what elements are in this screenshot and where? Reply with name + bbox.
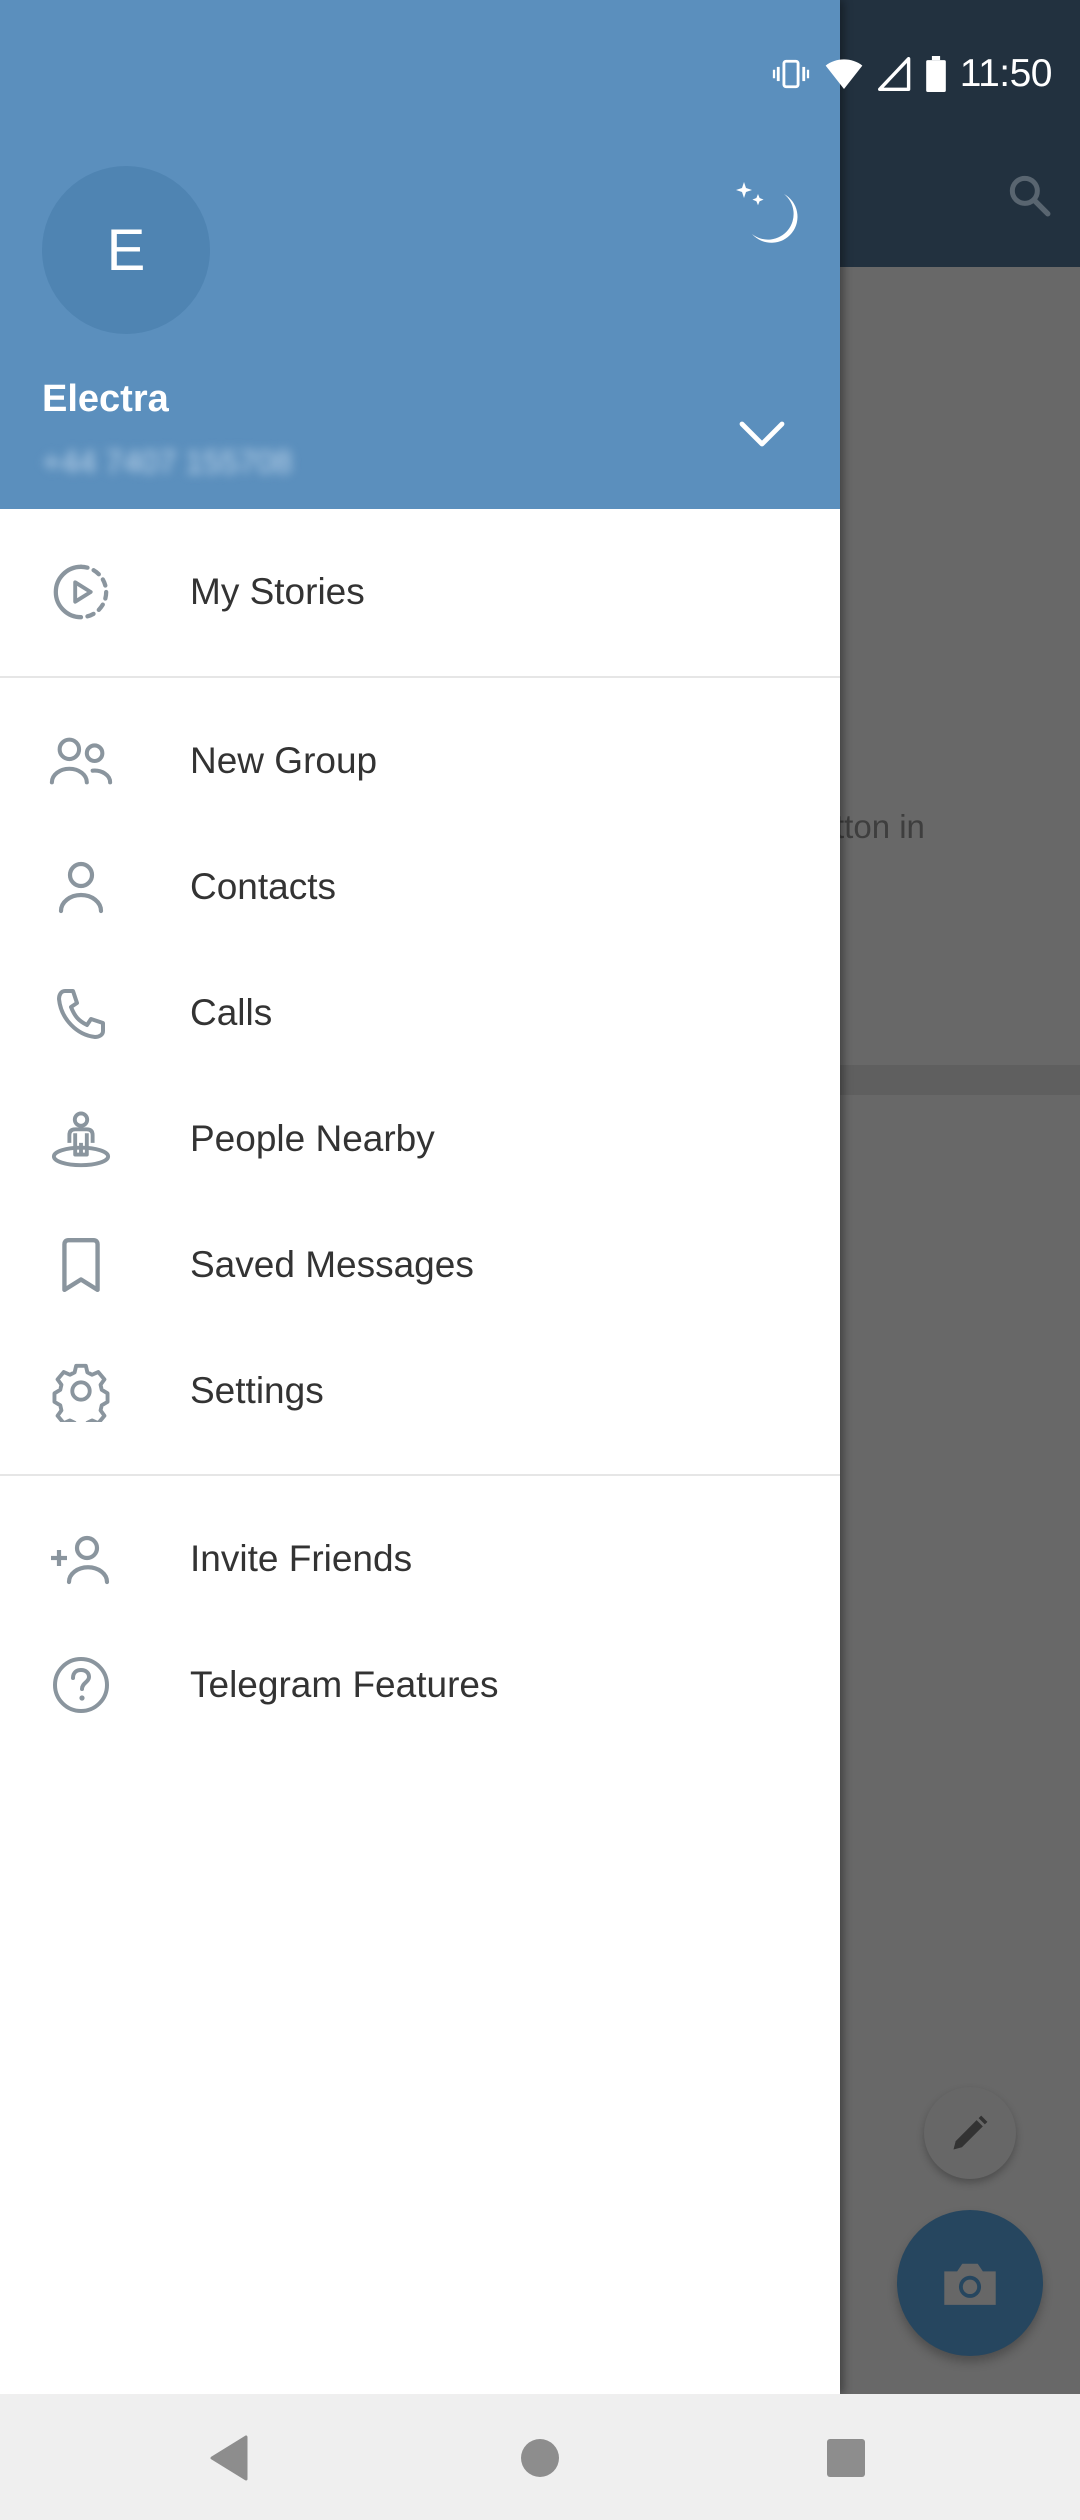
menu-item-label: Invite Friends <box>190 1538 413 1579</box>
user-phone-redacted: +44 7407 155708 <box>42 444 293 480</box>
gear-icon <box>48 1361 114 1422</box>
camera-fab[interactable] <box>897 2210 1043 2356</box>
background-hint-text: tton in <box>835 808 925 845</box>
menu-item-telegram-features[interactable]: Telegram Features <box>0 1622 840 1748</box>
menu-item-settings[interactable]: Settings <box>0 1328 840 1454</box>
status-bar: 11:50 <box>0 0 1080 145</box>
recents-button[interactable] <box>822 2434 870 2482</box>
menu-item-label: Telegram Features <box>190 1664 499 1705</box>
battery-icon <box>925 56 946 92</box>
back-icon <box>210 2435 248 2481</box>
recents-icon <box>827 2439 865 2477</box>
menu-item-label: New Group <box>190 740 378 781</box>
menu-item-label: Calls <box>190 992 273 1033</box>
moon-stars-icon[interactable] <box>728 178 798 244</box>
menu-item-invite-friends[interactable]: Invite Friends <box>0 1496 840 1622</box>
home-button[interactable] <box>516 2434 564 2482</box>
chevron-down-icon[interactable] <box>736 414 788 454</box>
menu-item-my-stories[interactable]: My Stories <box>0 529 840 655</box>
menu-item-label: Contacts <box>190 866 337 907</box>
wifi-icon <box>825 59 863 89</box>
menu-item-label: People Nearby <box>190 1118 435 1159</box>
add-user-icon <box>48 1529 114 1589</box>
back-button[interactable] <box>206 2434 254 2482</box>
avatar[interactable]: E <box>42 166 210 334</box>
new-message-fab[interactable] <box>924 2087 1016 2179</box>
help-icon <box>48 1655 114 1715</box>
navigation-drawer: E Electra +44 7407 155708 My Stories New… <box>0 0 840 2394</box>
vibrate-icon <box>772 59 809 89</box>
status-time: 11:50 <box>959 52 1053 95</box>
group-icon <box>48 731 114 791</box>
user-name: Electra <box>42 378 169 420</box>
home-icon <box>521 2439 559 2477</box>
system-nav-bar <box>0 2394 1080 2520</box>
menu-item-label: Saved Messages <box>190 1244 474 1285</box>
phone-icon <box>48 983 114 1043</box>
menu-item-calls[interactable]: Calls <box>0 950 840 1076</box>
menu-item-new-group[interactable]: New Group <box>0 698 840 824</box>
menu-item-saved-messages[interactable]: Saved Messages <box>0 1202 840 1328</box>
menu-item-people-nearby[interactable]: People Nearby <box>0 1076 840 1202</box>
bookmark-icon <box>48 1235 114 1295</box>
menu-item-label: My Stories <box>190 571 365 612</box>
pencil-icon <box>953 2115 988 2150</box>
contact-icon <box>48 857 114 917</box>
menu-item-contacts[interactable]: Contacts <box>0 824 840 950</box>
camera-icon <box>944 2263 996 2305</box>
avatar-initial: E <box>106 217 146 283</box>
people-nearby-icon <box>48 1109 114 1169</box>
search-icon[interactable] <box>1004 170 1054 220</box>
cellular-signal-icon <box>877 57 911 91</box>
drawer-menu: My Stories New Group Contacts Calls Peop… <box>0 509 840 1748</box>
stories-icon <box>48 562 114 622</box>
menu-item-label: Settings <box>190 1370 324 1411</box>
